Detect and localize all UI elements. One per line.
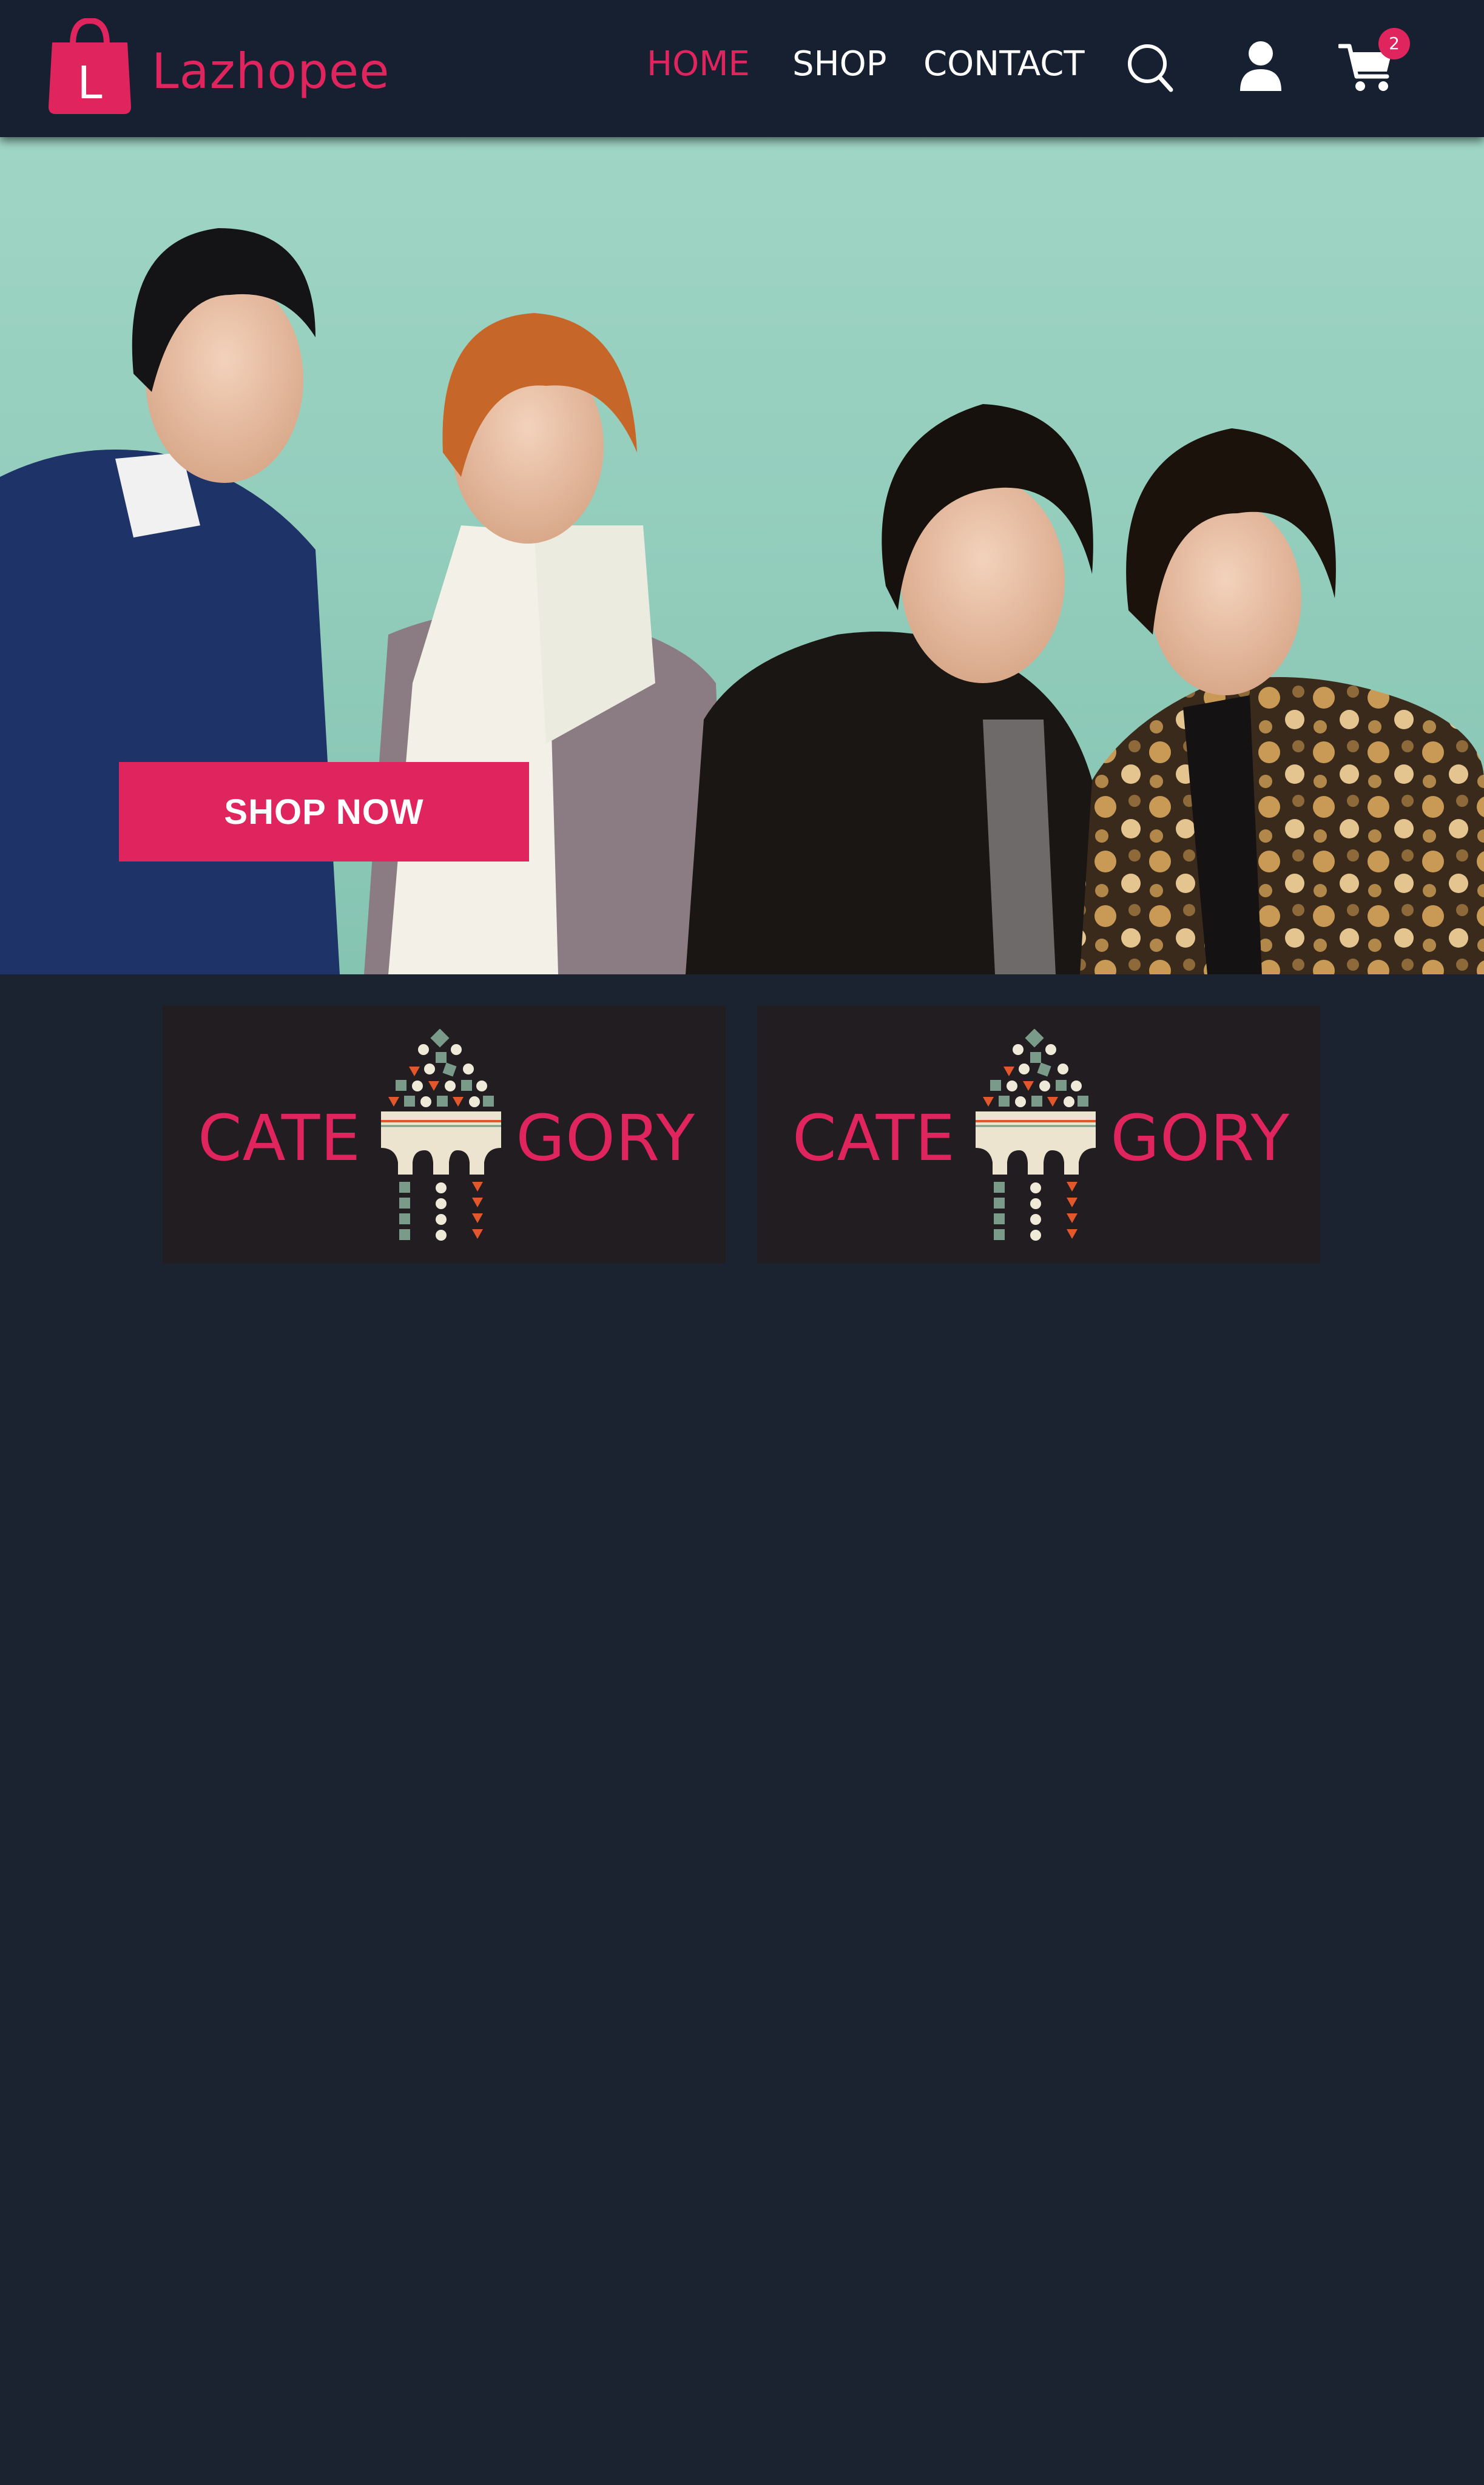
category-card[interactable]: CATE GORY xyxy=(757,1006,1320,1263)
nav-contact-link[interactable]: CONTACT xyxy=(923,47,1085,81)
shop-now-button[interactable]: SHOP NOW xyxy=(119,762,529,861)
category-text-left: CATE xyxy=(198,1101,361,1175)
top-nav-bar: L Lazhopee HOME SHOP CONTACT 2 xyxy=(0,0,1484,137)
cart-count-badge: 2 xyxy=(1378,28,1410,59)
user-icon[interactable] xyxy=(1238,40,1284,92)
mosaic-tree-emblem-icon xyxy=(976,1029,1096,1241)
brand-logo-letter: L xyxy=(77,57,102,109)
mosaic-tree-emblem-icon xyxy=(381,1029,501,1241)
nav-shop-link[interactable]: SHOP xyxy=(792,47,887,81)
brand-name: Lazhopee xyxy=(152,42,390,99)
brand[interactable]: L Lazhopee xyxy=(47,18,390,115)
category-text-right: GORY xyxy=(1110,1101,1290,1175)
nav-home-link[interactable]: HOME xyxy=(647,47,750,81)
shopping-bag-logo-icon: L xyxy=(49,18,131,114)
category-card[interactable]: CATE GORY xyxy=(163,1006,726,1263)
category-text-left: CATE xyxy=(792,1101,956,1175)
search-icon[interactable] xyxy=(1126,42,1175,93)
category-text-right: GORY xyxy=(516,1101,695,1175)
